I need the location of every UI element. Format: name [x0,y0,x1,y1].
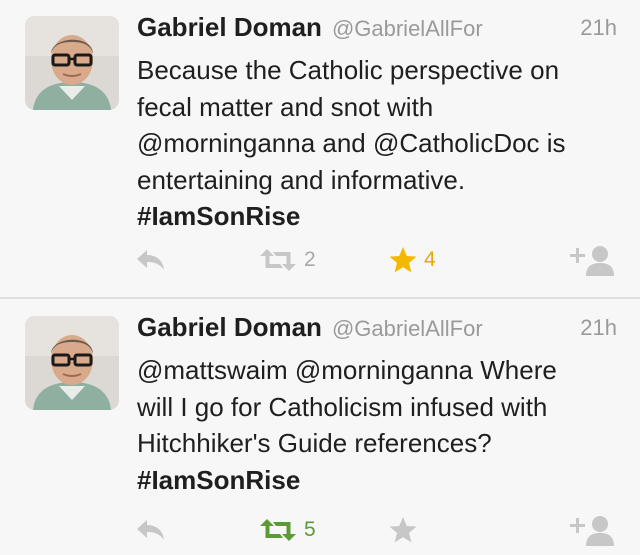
follow-button[interactable] [570,512,616,548]
avatar[interactable] [25,316,119,410]
tweet-text-line: will I go for Catholicism infused with [137,391,548,422]
favorite-button[interactable] [388,512,424,548]
tweet[interactable]: Gabriel Doman @GabrielAllFor 21h @mattswa… [0,300,640,555]
author-handle[interactable]: @GabrielAllFor [332,16,483,41]
tweet-text: Because the Catholic perspective on feca… [137,52,627,235]
follow-button[interactable] [570,242,616,278]
add-user-icon [570,516,614,546]
tweet-text-line: @morninganna and @CatholicDoc is [137,128,566,158]
reply-icon [137,250,164,270]
author-name[interactable]: Gabriel Doman [137,12,322,42]
avatar[interactable] [25,16,119,110]
star-icon [389,247,417,273]
reply-icon [137,520,164,540]
hashtag-link[interactable]: #IamSonRise [137,198,627,235]
tweet-actions: 5 [0,512,640,552]
hashtag-link[interactable]: #IamSonRise [137,462,627,499]
star-icon [389,517,417,543]
retweet-icon [260,519,296,541]
retweet-button[interactable]: 5 [258,512,316,548]
tweet-text-line: Because the Catholic perspective on [137,55,560,85]
tweet-actions: 2 4 [0,242,640,282]
retweet-button[interactable]: 2 [258,242,316,278]
divider [0,297,640,299]
author-handle[interactable]: @GabrielAllFor [332,316,483,341]
reply-button[interactable] [134,242,166,278]
tweet[interactable]: Gabriel Doman @GabrielAllFor 21h Because … [0,0,640,298]
tweet-text-line: Hitchhiker's Guide references? [137,428,492,458]
timestamp: 21h [580,315,617,340]
author-name[interactable]: Gabriel Doman [137,312,322,342]
tweet-text-line: @mattswaim @morninganna Where [137,355,557,385]
tweet-text: @mattswaim @morninganna Where will I go … [137,352,627,498]
timestamp: 21h [580,15,617,40]
tweet-header: Gabriel Doman @GabrielAllFor 21h [137,312,617,348]
add-user-icon [570,246,614,276]
reply-button[interactable] [134,512,166,548]
retweet-icon [260,249,296,271]
retweet-count: 5 [304,518,316,541]
retweet-count: 2 [304,248,316,271]
favorite-button[interactable]: 4 [388,242,436,278]
tweet-text-line: fecal matter and snot with [137,91,434,122]
tweet-header: Gabriel Doman @GabrielAllFor 21h [137,12,617,48]
tweet-text-line: entertaining and informative. [137,164,466,195]
favorite-count: 4 [424,248,436,271]
